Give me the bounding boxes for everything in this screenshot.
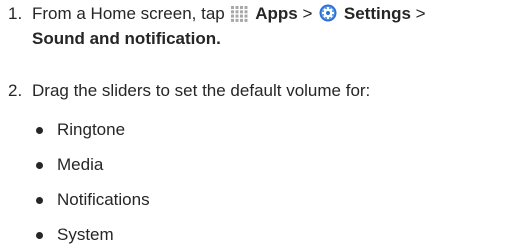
bullet-dot [36,162,43,169]
bullet-dot [36,127,43,134]
step-text: Drag the sliders to set the default volu… [32,81,371,100]
bullet-dot [36,232,43,239]
instruction-document: 1. From a Home screen, tap Apps > Settin… [0,0,509,244]
step-number: 1. [8,4,23,23]
step-1: 1. From a Home screen, tap Apps > Settin… [8,3,503,51]
list-item-label: System [57,225,114,244]
list-item: System [36,224,336,244]
step-2: 2. Drag the sliders to set the default v… [8,80,503,104]
target-label: Sound and notification. [32,29,221,48]
list-item-label: Notifications [57,190,150,209]
separator: > [302,4,313,23]
apps-label: Apps [255,4,298,23]
list-item-label: Media [57,155,104,174]
settings-label: Settings [343,4,411,23]
list-item: Notifications [36,189,336,213]
step-intro: From a Home screen, tap [32,4,225,23]
bullet-dot [36,197,43,204]
apps-grid-icon [231,6,248,28]
list-item: Ringtone [36,119,336,143]
list-item: Media [36,154,336,178]
step-number: 2. [8,81,23,100]
settings-gear-icon [319,4,337,28]
separator: > [415,4,426,23]
list-item-label: Ringtone [57,120,126,139]
step-text: From a Home screen, tap Apps > Settings … [32,3,507,50]
